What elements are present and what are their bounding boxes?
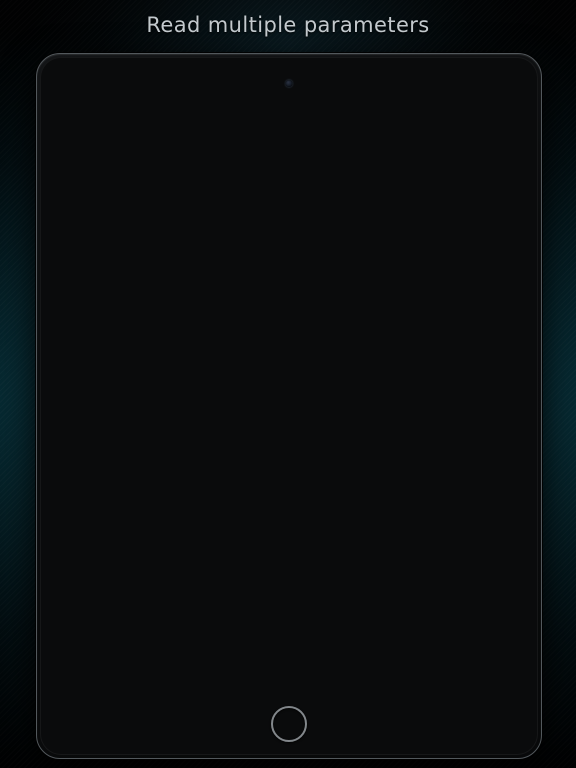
page-title: Read multiple parameters (146, 13, 430, 37)
tablet-device-frame (36, 53, 542, 759)
tablet-bezel (40, 57, 538, 755)
promo-page: Read multiple parameters DIAGNOSTICSTROU… (0, 0, 576, 768)
camera-icon (285, 80, 293, 87)
home-button[interactable] (271, 706, 307, 742)
